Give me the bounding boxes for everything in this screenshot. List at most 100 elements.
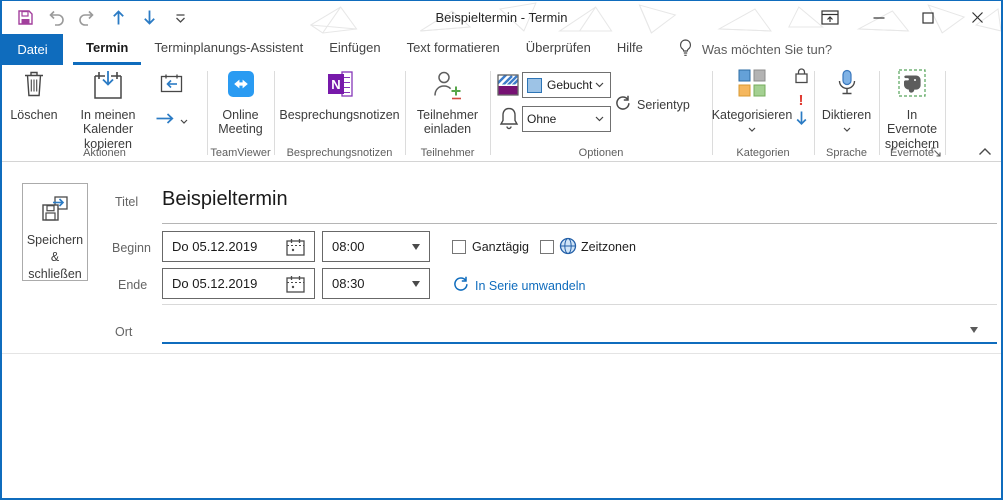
show-as-value: Gebucht <box>547 78 593 92</box>
group-label-teilnehmer: Teilnehmer <box>420 147 475 159</box>
end-date-field[interactable]: Do 05.12.2019 <box>162 268 315 299</box>
minimize-icon[interactable] <box>869 7 889 29</box>
save-icon[interactable] <box>16 7 34 29</box>
online-meeting-button[interactable]: Online Meeting <box>210 69 271 137</box>
make-recurring-link[interactable]: In Serie umwandeln <box>452 276 585 295</box>
onenote-icon: N <box>325 69 355 105</box>
ribbon-tabs: Datei Termin Terminplanungs-Assistent Ei… <box>2 34 1001 65</box>
calendar-forward-icon <box>160 73 183 98</box>
title-field-underline <box>162 223 997 224</box>
start-date-field[interactable]: Do 05.12.2019 <box>162 231 315 262</box>
chevron-down-icon <box>595 116 604 122</box>
title-field[interactable]: Beispieltermin <box>162 188 288 211</box>
reminder-select[interactable]: Ohne <box>522 106 611 132</box>
group-evernote: In Evernote speichern Evernote <box>879 65 945 161</box>
group-optionen: Gebucht Ohne Serientyp Optionen <box>490 65 712 161</box>
tell-me-box[interactable]: Was möchten Sie tun? <box>678 34 832 65</box>
group-kategorien: Kategorisieren ! Kategorien <box>712 65 814 161</box>
collapse-ribbon-icon[interactable] <box>975 144 995 158</box>
reminder-bell-icon <box>499 106 519 130</box>
high-importance-button[interactable]: ! <box>790 90 812 110</box>
start-time-field[interactable]: 08:00 <box>322 231 430 262</box>
timezones-checkbox[interactable] <box>540 240 554 254</box>
tab-hilfe[interactable]: Hilfe <box>604 34 656 65</box>
group-sprache: Diktieren Sprache <box>814 65 879 161</box>
titlebar: Beispieltermin - Termin <box>2 1 1001 34</box>
chevron-down-icon <box>748 122 756 136</box>
undo-icon[interactable] <box>47 7 65 29</box>
recurrence-icon <box>614 95 631 114</box>
recurrence-button[interactable]: Serientyp <box>614 95 690 114</box>
chevron-down-icon <box>595 82 604 88</box>
evernote-dialog-launcher-icon[interactable] <box>931 147 942 158</box>
private-button[interactable] <box>790 68 812 88</box>
group-label-teamviewer: TeamViewer <box>210 147 271 159</box>
customize-qat-icon[interactable] <box>171 7 189 29</box>
save-close-button[interactable]: Speichern & schließen <box>22 183 88 281</box>
tab-datei[interactable]: Datei <box>2 34 63 65</box>
exclamation-icon: ! <box>798 91 804 109</box>
delete-button[interactable]: Löschen <box>8 69 60 122</box>
tab-einfuegen[interactable]: Einfügen <box>316 34 393 65</box>
dropdown-arrow-icon[interactable] <box>412 243 420 250</box>
all-day-label: Ganztägig <box>472 240 529 254</box>
group-teilnehmer: Teilnehmer einladen Teilnehmer <box>405 65 490 161</box>
meeting-notes-button[interactable]: N Besprechungsnotizen <box>277 69 402 122</box>
dictate-button[interactable]: Diktieren <box>816 69 877 137</box>
calendar-copy-icon <box>92 69 124 105</box>
section-separator <box>162 304 997 305</box>
ribbon: Löschen In meinen Kalender kopieren Akti… <box>2 65 1001 162</box>
timezones-label: Zeitzonen <box>581 240 636 254</box>
group-teamviewer: Online Meeting TeamViewer <box>207 65 274 161</box>
close-icon[interactable] <box>967 7 987 29</box>
end-label: Ende <box>118 278 148 292</box>
body-separator <box>2 353 1001 354</box>
forward-as-icalendar-button[interactable] <box>152 71 190 99</box>
tab-termin[interactable]: Termin <box>73 34 142 65</box>
location-field[interactable] <box>162 342 997 344</box>
categories-icon <box>738 69 766 105</box>
group-label-kategorien: Kategorien <box>736 147 790 159</box>
invite-attendees-button[interactable]: Teilnehmer einladen <box>408 69 487 137</box>
start-label: Beginn <box>112 241 151 255</box>
quick-access-toolbar <box>16 1 189 34</box>
forward-arrow-icon <box>155 112 176 130</box>
calendar-picker-icon[interactable] <box>286 275 305 293</box>
show-as-select[interactable]: Gebucht <box>522 72 611 98</box>
calendar-picker-icon[interactable] <box>286 238 305 256</box>
categorize-button[interactable]: Kategorisieren <box>712 69 792 137</box>
forward-button[interactable] <box>148 109 194 133</box>
window-title: Beispieltermin - Termin <box>435 10 568 25</box>
busy-color-swatch <box>527 77 542 93</box>
lightbulb-icon <box>678 39 693 60</box>
group-label-aktionen: Aktionen <box>83 147 126 159</box>
copy-to-my-calendar-button[interactable]: In meinen Kalender kopieren <box>60 69 156 151</box>
chevron-down-icon <box>843 122 851 136</box>
globe-icon <box>559 237 577 255</box>
lock-icon <box>794 67 809 89</box>
arrow-down-icon <box>795 110 808 131</box>
show-as-status-icon <box>497 74 519 96</box>
tab-text-formatieren[interactable]: Text formatieren <box>394 34 513 65</box>
window-controls <box>820 1 987 34</box>
all-day-checkbox[interactable] <box>452 240 466 254</box>
maximize-icon[interactable] <box>918 7 938 29</box>
microphone-icon <box>836 69 858 105</box>
appointment-form: Speichern & schließen Titel Beginn Ende … <box>2 162 1001 498</box>
move-up-icon[interactable] <box>109 7 127 29</box>
appointment-window: Beispieltermin - Termin Datei Termin Ter… <box>0 0 1003 500</box>
redo-icon[interactable] <box>78 7 96 29</box>
tab-ueberpruefen[interactable]: Überprüfen <box>513 34 604 65</box>
group-label-optionen: Optionen <box>578 147 624 159</box>
move-down-icon[interactable] <box>140 7 158 29</box>
save-to-evernote-button[interactable]: In Evernote speichern <box>881 69 943 151</box>
dropdown-arrow-icon[interactable] <box>412 280 420 287</box>
ribbon-display-options-icon[interactable] <box>820 7 840 29</box>
low-importance-button[interactable] <box>790 110 812 130</box>
tab-terminplanungs-assistent[interactable]: Terminplanungs-Assistent <box>141 34 316 65</box>
tell-me-label: Was möchten Sie tun? <box>701 42 833 57</box>
location-dropdown-arrow-icon[interactable] <box>970 327 978 333</box>
reminder-value: Ohne <box>527 112 557 126</box>
end-time-field[interactable]: 08:30 <box>322 268 430 299</box>
evernote-elephant-icon <box>898 69 926 105</box>
